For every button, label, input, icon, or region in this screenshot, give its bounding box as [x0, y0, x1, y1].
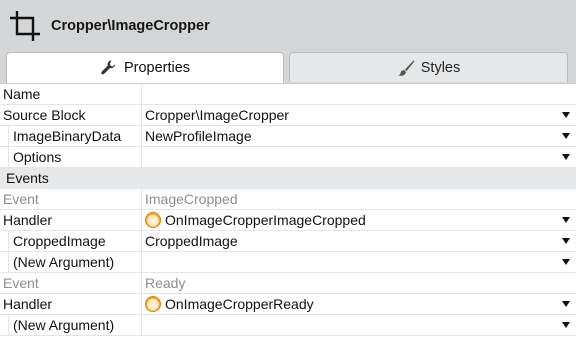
column-divider — [141, 315, 142, 335]
row-label: Options — [13, 149, 62, 165]
indent-divider — [8, 252, 9, 272]
row-label: Handler — [3, 212, 53, 228]
row-label: (New Argument) — [13, 317, 115, 333]
chevron-down-icon[interactable] — [562, 322, 570, 328]
indent-divider — [8, 231, 9, 251]
wrench-icon — [101, 60, 116, 75]
cropped-image-value[interactable]: CroppedImage — [145, 233, 545, 249]
section-events: Events — [0, 168, 576, 189]
row-label: Handler — [3, 296, 53, 312]
properties-grid: Name Source Block Cropper\ImageCropper I… — [0, 83, 576, 337]
chevron-down-icon[interactable] — [562, 133, 570, 139]
tab-bar: Properties Styles — [0, 52, 576, 83]
column-divider — [141, 84, 142, 104]
tab-properties[interactable]: Properties — [6, 52, 284, 83]
source-block-value[interactable]: Cropper\ImageCropper — [145, 107, 545, 123]
row-name[interactable]: Name — [0, 84, 576, 105]
row-options[interactable]: Options — [0, 147, 576, 168]
handler-name: OnImageCropperImageCropped — [165, 212, 366, 228]
section-label: Events — [6, 170, 49, 186]
event-value: ImageCropped — [145, 191, 238, 207]
tab-properties-label: Properties — [123, 60, 191, 76]
row-new-argument[interactable]: (New Argument) — [0, 252, 576, 273]
row-label: Source Block — [3, 107, 86, 123]
chevron-down-icon[interactable] — [562, 217, 570, 223]
row-label: CroppedImage — [13, 233, 106, 249]
column-divider — [141, 210, 142, 230]
column-divider — [141, 273, 142, 293]
row-handler-image-cropped[interactable]: Handler OnImageCropperImageCropped — [0, 210, 576, 231]
chevron-down-icon[interactable] — [562, 112, 570, 118]
indent-divider — [8, 147, 9, 167]
handler-name: OnImageCropperReady — [165, 296, 314, 312]
row-label: ImageBinaryData — [13, 128, 122, 144]
event-value: Ready — [145, 275, 186, 291]
row-event-image-cropped: Event ImageCropped — [0, 189, 576, 210]
row-label: (New Argument) — [13, 254, 115, 270]
handler-value[interactable]: OnImageCropperImageCropped — [145, 212, 545, 228]
row-source-block[interactable]: Source Block Cropper\ImageCropper — [0, 105, 576, 126]
row-label: Event — [3, 191, 39, 207]
column-divider — [141, 252, 142, 272]
action-icon — [145, 212, 161, 228]
chevron-down-icon[interactable] — [562, 154, 570, 160]
row-label: Event — [3, 275, 39, 291]
header: Cropper\ImageCropper — [0, 0, 576, 52]
column-divider — [141, 147, 142, 167]
chevron-down-icon[interactable] — [562, 259, 570, 265]
row-label: Name — [3, 86, 41, 102]
image-binary-data-value[interactable]: NewProfileImage — [145, 128, 545, 144]
column-divider — [141, 126, 142, 146]
indent-divider — [8, 315, 9, 335]
row-cropped-image[interactable]: CroppedImage CroppedImage — [0, 231, 576, 252]
action-icon — [145, 296, 161, 312]
chevron-down-icon[interactable] — [562, 238, 570, 244]
page-title: Cropper\ImageCropper — [51, 18, 210, 34]
row-event-ready: Event Ready — [0, 273, 576, 294]
row-handler-ready[interactable]: Handler OnImageCropperReady — [0, 294, 576, 315]
row-new-argument[interactable]: (New Argument) — [0, 315, 576, 336]
column-divider — [141, 189, 142, 209]
row-image-binary-data[interactable]: ImageBinaryData NewProfileImage — [0, 126, 576, 147]
tab-styles-label: Styles — [420, 59, 461, 76]
indent-divider — [8, 126, 9, 146]
handler-value[interactable]: OnImageCropperReady — [145, 296, 545, 312]
chevron-down-icon[interactable] — [562, 301, 570, 307]
column-divider — [141, 231, 142, 251]
column-divider — [141, 294, 142, 314]
brush-icon — [397, 60, 414, 76]
column-divider — [141, 105, 142, 125]
tab-styles[interactable]: Styles — [289, 52, 568, 82]
crop-icon — [10, 11, 40, 41]
